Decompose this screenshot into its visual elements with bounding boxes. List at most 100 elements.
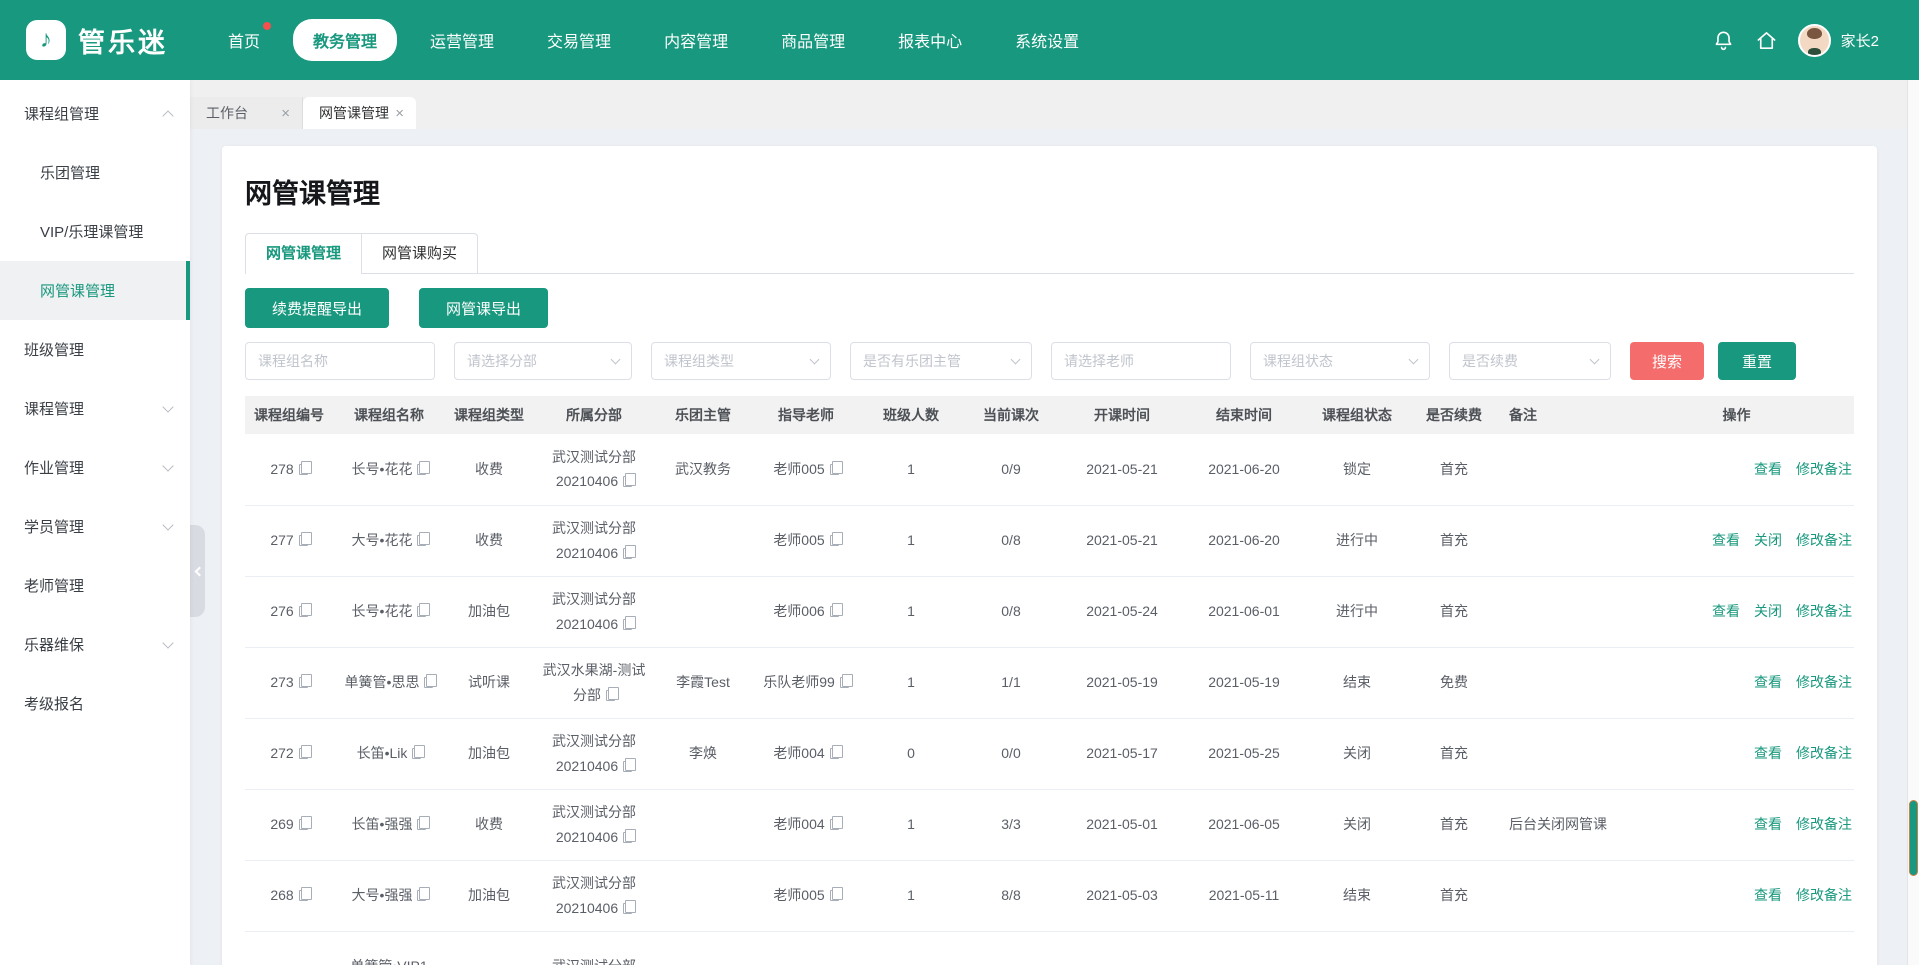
edit-remark-link[interactable]: 修改备注 bbox=[1796, 745, 1852, 761]
copy-icon[interactable] bbox=[299, 464, 308, 475]
sidebar-collapse-handle[interactable] bbox=[190, 525, 205, 617]
edit-remark-link[interactable]: 修改备注 bbox=[1796, 674, 1852, 690]
subtab-purchase[interactable]: 网管课购买 bbox=[362, 233, 478, 273]
sidebar-item-exam[interactable]: 考级报名 bbox=[0, 674, 190, 733]
nav-item-report[interactable]: 报表中心 bbox=[878, 19, 982, 61]
app-logo[interactable]: ♪ 管乐迷 bbox=[26, 20, 168, 60]
copy-icon[interactable] bbox=[840, 677, 849, 688]
cell-remark bbox=[1499, 505, 1619, 576]
window-tab-online-course[interactable]: 网管课管理× bbox=[303, 97, 416, 129]
close-link[interactable]: 关闭 bbox=[1754, 603, 1782, 619]
cell-id: 276 bbox=[245, 576, 333, 647]
copy-icon[interactable] bbox=[417, 464, 426, 475]
page-scrollbar[interactable] bbox=[1907, 80, 1919, 965]
copy-icon[interactable] bbox=[830, 535, 839, 546]
username[interactable]: 家长2 bbox=[1841, 30, 1879, 51]
filter-select-has-leader[interactable]: 是否有乐团主管 bbox=[850, 342, 1032, 380]
filter-input-group-name[interactable]: 课程组名称 bbox=[245, 342, 435, 380]
sidebar-item-orchestra[interactable]: 乐团管理 bbox=[0, 143, 190, 202]
sidebar-item-vip-theory[interactable]: VIP/乐理课管理 bbox=[0, 202, 190, 261]
cell-text: 老师004 bbox=[773, 816, 824, 832]
sidebar-item-instrument[interactable]: 乐器维保 bbox=[0, 615, 190, 674]
copy-icon[interactable] bbox=[606, 690, 615, 701]
copy-icon[interactable] bbox=[623, 619, 632, 630]
sidebar-item-class[interactable]: 班级管理 bbox=[0, 320, 190, 379]
cell-text: 首充 bbox=[1440, 461, 1468, 477]
filter-select-branch[interactable]: 请选择分部 bbox=[454, 342, 632, 380]
copy-icon[interactable] bbox=[417, 890, 426, 901]
cell-id: 273 bbox=[245, 647, 333, 718]
copy-icon[interactable] bbox=[299, 748, 308, 759]
sidebar-item-label: 网管课管理 bbox=[40, 280, 115, 301]
window-tab-workbench[interactable]: 工作台× bbox=[190, 97, 303, 129]
copy-icon[interactable] bbox=[623, 548, 632, 559]
copy-icon[interactable] bbox=[299, 606, 308, 617]
nav-item-operation[interactable]: 运营管理 bbox=[410, 19, 514, 61]
tab-close-icon[interactable]: × bbox=[281, 106, 290, 121]
view-link[interactable]: 查看 bbox=[1754, 887, 1782, 903]
view-link[interactable]: 查看 bbox=[1712, 603, 1740, 619]
cell-end: 2021-06-05 bbox=[1183, 789, 1305, 860]
edit-remark-link[interactable]: 修改备注 bbox=[1796, 532, 1852, 548]
user-avatar[interactable] bbox=[1798, 24, 1831, 57]
copy-icon[interactable] bbox=[417, 535, 426, 546]
tab-close-icon[interactable]: × bbox=[395, 106, 404, 121]
edit-remark-link[interactable]: 修改备注 bbox=[1796, 816, 1852, 832]
home-icon[interactable] bbox=[1755, 29, 1778, 52]
table-row: 272长笛•Lik加油包武汉测试分部 20210406李焕老师00400/020… bbox=[245, 718, 1854, 789]
nav-item-content[interactable]: 内容管理 bbox=[644, 19, 748, 61]
copy-icon[interactable] bbox=[299, 819, 308, 830]
copy-icon[interactable] bbox=[417, 606, 426, 617]
subtab-manage[interactable]: 网管课管理 bbox=[245, 233, 362, 274]
filter-input-teacher[interactable]: 请选择老师 bbox=[1051, 342, 1231, 380]
sidebar-item-course-group[interactable]: 课程组管理 bbox=[0, 84, 190, 143]
filter-select-group-status[interactable]: 课程组状态 bbox=[1250, 342, 1430, 380]
copy-icon[interactable] bbox=[623, 476, 632, 487]
renew-remind-export-button[interactable]: 续费提醒导出 bbox=[245, 288, 389, 328]
copy-icon[interactable] bbox=[830, 606, 839, 617]
sidebar-item-homework[interactable]: 作业管理 bbox=[0, 438, 190, 497]
copy-icon[interactable] bbox=[830, 890, 839, 901]
sidebar-item-online-course[interactable]: 网管课管理 bbox=[0, 261, 190, 320]
filter-select-renew[interactable]: 是否续费 bbox=[1449, 342, 1611, 380]
view-link[interactable]: 查看 bbox=[1754, 674, 1782, 690]
copy-icon[interactable] bbox=[830, 748, 839, 759]
sidebar-item-student[interactable]: 学员管理 bbox=[0, 497, 190, 556]
copy-icon[interactable] bbox=[417, 819, 426, 830]
cell-text: 2021-05-19 bbox=[1208, 674, 1280, 690]
edit-remark-link[interactable]: 修改备注 bbox=[1796, 887, 1852, 903]
sidebar-item-teacher[interactable]: 老师管理 bbox=[0, 556, 190, 615]
edit-remark-link[interactable]: 修改备注 bbox=[1796, 603, 1852, 619]
copy-icon[interactable] bbox=[412, 748, 421, 759]
copy-icon[interactable] bbox=[830, 464, 839, 475]
cell-text: 进行中 bbox=[1336, 532, 1378, 548]
copy-icon[interactable] bbox=[623, 761, 632, 772]
copy-icon[interactable] bbox=[299, 677, 308, 688]
view-link[interactable]: 查看 bbox=[1754, 461, 1782, 477]
sidebar-item-course[interactable]: 课程管理 bbox=[0, 379, 190, 438]
nav-item-goods[interactable]: 商品管理 bbox=[761, 19, 865, 61]
nav-item-academic[interactable]: 教务管理 bbox=[293, 19, 397, 61]
copy-icon[interactable] bbox=[299, 890, 308, 901]
filter-select-group-type[interactable]: 课程组类型 bbox=[651, 342, 831, 380]
view-link[interactable]: 查看 bbox=[1754, 745, 1782, 761]
course-export-button[interactable]: 网管课导出 bbox=[419, 288, 548, 328]
view-link[interactable]: 查看 bbox=[1712, 532, 1740, 548]
nav-item-home[interactable]: 首页 bbox=[208, 19, 280, 61]
nav-item-trade[interactable]: 交易管理 bbox=[527, 19, 631, 61]
copy-icon[interactable] bbox=[623, 832, 632, 843]
copy-icon[interactable] bbox=[299, 535, 308, 546]
scrollbar-thumb[interactable] bbox=[1909, 800, 1918, 876]
copy-icon[interactable] bbox=[424, 677, 433, 688]
copy-icon[interactable] bbox=[830, 819, 839, 830]
reset-button[interactable]: 重置 bbox=[1718, 342, 1796, 380]
nav-item-system[interactable]: 系统设置 bbox=[995, 19, 1099, 61]
search-button[interactable]: 搜索 bbox=[1630, 342, 1704, 380]
copy-icon[interactable] bbox=[623, 903, 632, 914]
cell-status bbox=[1305, 931, 1409, 965]
view-link[interactable]: 查看 bbox=[1754, 816, 1782, 832]
edit-remark-link[interactable]: 修改备注 bbox=[1796, 461, 1852, 477]
bell-icon[interactable] bbox=[1712, 29, 1735, 52]
cell-leader bbox=[655, 576, 751, 647]
close-link[interactable]: 关闭 bbox=[1754, 532, 1782, 548]
